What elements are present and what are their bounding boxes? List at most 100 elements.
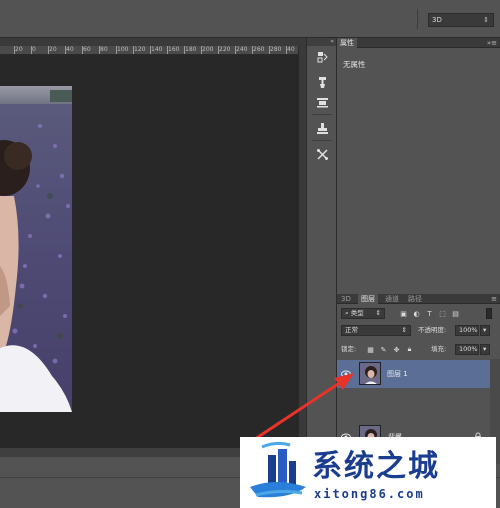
layer-thumbnail [359,362,381,385]
ruler-label: 260 [253,46,265,53]
fill-dropdown[interactable]: ▾ [480,344,490,355]
ruler-tick [252,46,253,54]
ruler-label: 160 [168,46,180,53]
chevron-down-icon: ⇕ [483,16,489,24]
ruler-label: 180 [185,46,197,53]
adjustments-panel-button[interactable] [313,145,331,163]
ruler-label: 120 [134,46,146,53]
ruler-tick [99,46,100,54]
brush-panel-button[interactable] [313,73,331,91]
tab-3d[interactable]: 3D [338,294,354,304]
eye-icon[interactable] [341,369,351,379]
watermark-logo-icon [250,441,306,498]
ruler-label: 0 [32,46,36,53]
tab-paths[interactable]: 路径 [405,294,425,304]
ruler-tick [31,46,32,54]
layers-panel-menu-icon[interactable]: ≡ [491,294,497,304]
tab-properties[interactable]: 属性 [337,38,357,48]
right-panel-dock: 属性 »≡ 无属性 3D 图层 通道 路径 ≡ ⌕ 类型 ⇕ ▣ ◐ T ⬚ ▤ … [336,38,500,477]
ruler-tick [150,46,151,54]
ruler-tick [201,46,202,54]
history-icon [317,51,328,62]
ruler-label: 20 [15,46,23,53]
panel-menu-icon[interactable]: »≡ [487,38,497,48]
tool-presets-icon [316,97,328,107]
lock-image-icon[interactable]: ✎ [379,345,388,354]
layer-filter-select[interactable]: ⌕ 类型 ⇕ [341,308,385,319]
stamp-panel-button[interactable] [313,119,331,137]
ruler-label: 240 [236,46,248,53]
watermark: 系统之城 xitong86.com [240,437,496,508]
ruler-tick [14,46,15,54]
ruler-tick [82,46,83,54]
clone-source-icon [316,122,328,134]
layer-name: 图层 1 [387,370,408,378]
filter-toggle[interactable] [486,308,492,319]
ruler-label: 200 [202,46,214,53]
3d-mode-select-value: 3D [432,16,442,24]
tool-presets-panel-button[interactable] [313,93,331,111]
chevron-down-icon: ⇕ [375,309,381,317]
ruler-label: 40 [287,46,295,53]
history-panel-button[interactable] [313,48,331,66]
fill-label: 填充: [431,345,447,353]
horizontal-ruler: 20 0 20 40 60 80 100 120 140 160 180 200 220 240 260 28… [0,46,298,55]
ruler-label: 220 [219,46,231,53]
layer-row-layer-1[interactable]: 图层 1 [337,360,490,388]
ruler-tick [65,46,66,54]
tab-channels[interactable]: 通道 [382,294,402,304]
ruler-tick [48,46,49,54]
opacity-label: 不透明度: [418,326,447,334]
brush-icon [318,76,326,88]
opacity-dropdown[interactable]: ▾ [480,325,490,336]
chevron-down-icon: ⇕ [401,326,407,334]
expand-panels-icon[interactable]: « [307,38,337,46]
opacity-value: 100% [459,326,478,334]
ruler-tick [116,46,117,54]
ruler-label: 100 [117,46,129,53]
filter-shape-icon[interactable]: ⬚ [438,309,447,318]
fill-input[interactable]: 100% [455,344,479,355]
strip-separator [312,140,332,141]
properties-panel-header: 属性 »≡ [337,38,500,48]
ruler-label: 140 [151,46,163,53]
lock-transparent-icon[interactable]: ▦ [366,345,375,354]
ruler-label: 280 [270,46,282,53]
lock-all-icon[interactable]: 🔒︎ [405,345,414,354]
lock-label: 锁定: [341,345,357,353]
ruler-label: 80 [100,46,108,53]
opacity-input[interactable]: 100% [455,325,479,336]
watermark-title: 系统之城 [312,449,440,484]
ruler-tick [167,46,168,54]
tab-layers[interactable]: 图层 [358,294,378,304]
layers-panel-header: 3D 图层 通道 路径 ≡ [337,294,500,304]
ruler-label: 40 [66,46,74,53]
ruler-tick [218,46,219,54]
canvas-vertical-scrollbar[interactable] [298,46,306,447]
blend-mode-select[interactable]: 正常 ⇕ [341,325,411,336]
scissors-tools-icon [316,148,328,160]
filter-type-icon[interactable]: T [425,309,434,318]
ruler-tick [269,46,270,54]
ruler-tick [184,46,185,54]
properties-empty-text: 无属性 [343,60,366,69]
filter-adjustment-icon[interactable]: ◐ [412,309,421,318]
document-tab-strip [0,38,306,46]
filter-pixel-icon[interactable]: ▣ [399,309,408,318]
canvas-photo [0,86,72,412]
3d-mode-select[interactable]: 3D ⇕ [428,13,494,27]
strip-separator [312,114,332,115]
ruler-label: 60 [83,46,91,53]
filter-smart-object-icon[interactable]: ▤ [451,309,460,318]
layer-filter-value: 类型 [350,309,364,317]
ruler-tick [235,46,236,54]
collapsed-panel-strip: « [306,38,337,447]
ruler-label: 20 [49,46,57,53]
watermark-url: xitong86.com [314,487,425,501]
ruler-tick [286,46,287,54]
fill-value: 100% [459,345,478,353]
options-bar: 3D ⇕ [0,0,500,38]
ruler-tick [133,46,134,54]
blend-mode-value: 正常 [345,326,358,334]
lock-position-icon[interactable]: ✥ [392,345,401,354]
